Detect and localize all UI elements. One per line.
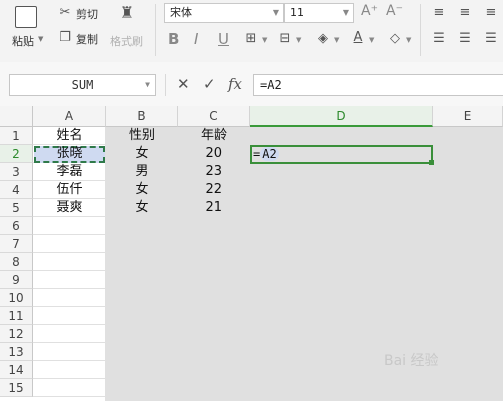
cell-a1[interactable]: 姓名 [33,127,106,145]
row-header-10[interactable]: 10 [0,289,33,307]
format-painter-button[interactable]: 格式刷 [110,33,143,49]
chevron-down-icon: ▼ [342,8,349,17]
cell-d2-formula[interactable]: = A2 [253,146,279,163]
cell-a4[interactable]: 伍仟 [33,181,106,199]
row-header-3[interactable]: 3 [0,163,33,181]
column-header-e[interactable]: E [433,106,503,127]
paste-dropdown-icon[interactable]: ▼ [38,35,43,43]
row-header-12[interactable]: 12 [0,325,33,343]
row-header-5[interactable]: 5 [0,199,33,217]
align-bottom-icon[interactable]: ≡ [483,5,499,21]
chevron-down-icon[interactable]: ▼ [334,36,339,44]
cell-a5[interactable]: 聂爽 [33,199,106,217]
divider [420,4,421,56]
cell-c2[interactable]: 20 [178,145,250,163]
row-header-6[interactable]: 6 [0,217,33,235]
underline-button[interactable]: U [218,30,229,48]
bold-button[interactable]: B [168,30,179,48]
cancel-icon[interactable]: ✕ [177,75,190,93]
cell-c3[interactable]: 23 [178,163,250,181]
cell-c1[interactable]: 年龄 [178,127,250,145]
watermark: Bai 经验 [384,353,439,369]
formula-bar: SUM ▼ ✕ ✓ fx =A2 [0,62,503,107]
decrease-font-button[interactable]: A⁻ [386,3,403,19]
borders-icon[interactable]: ⊞ [243,31,259,47]
insert-function-button[interactable]: fx [228,75,242,93]
row-header-1[interactable]: 1 [0,127,33,145]
row-header-2[interactable]: 2 [0,145,33,163]
copy-icon[interactable]: ❐ [57,30,73,46]
cell-b3[interactable]: 男 [106,163,178,181]
row-header-9[interactable]: 9 [0,271,33,289]
cut-button[interactable]: 剪切 [76,6,98,22]
fill-handle[interactable] [429,160,434,165]
column-header-d[interactable]: D [250,106,433,127]
align-center-icon[interactable]: ☰ [457,31,473,47]
fill-color-icon[interactable]: ◈ [315,31,331,47]
cell-a3[interactable]: 李磊 [33,163,106,181]
font-size-value: 11 [290,6,304,19]
scissors-icon[interactable]: ✂ [57,5,73,21]
divider [165,74,166,96]
cell-b4[interactable]: 女 [106,181,178,199]
column-header-a[interactable]: A [33,106,106,127]
row-header-4[interactable]: 4 [0,181,33,199]
font-name-select[interactable]: 宋体 ▼ [164,3,284,23]
formula-reference: A2 [260,147,279,161]
align-top-icon[interactable]: ≡ [431,5,447,21]
increase-font-button[interactable]: A⁺ [361,3,378,19]
merge-cells-icon[interactable]: ⊟ [277,31,293,47]
copy-button[interactable]: 复制 [76,31,98,47]
name-box[interactable]: SUM ▼ [9,74,156,96]
row-header-7[interactable]: 7 [0,235,33,253]
chevron-down-icon: ▼ [145,80,150,89]
chevron-down-icon[interactable]: ▼ [369,36,374,44]
paste-button[interactable]: 粘贴 [12,33,34,49]
paste-icon[interactable] [15,6,37,28]
cell-b2[interactable]: 女 [106,145,178,163]
select-all-corner[interactable] [0,106,33,127]
row-header-8[interactable]: 8 [0,253,33,271]
font-size-select[interactable]: 11 ▼ [284,3,354,23]
row-header-13[interactable]: 13 [0,343,33,361]
eraser-icon[interactable]: ◇ [387,31,403,47]
italic-button[interactable]: I [194,30,198,48]
column-header-b[interactable]: B [106,106,178,127]
align-left-icon[interactable]: ☰ [431,31,447,47]
cell-b1[interactable]: 性别 [106,127,178,145]
column-header-c[interactable]: C [178,106,250,127]
cell-b5[interactable]: 女 [106,199,178,217]
font-color-icon[interactable]: A [350,30,366,46]
formula-input[interactable]: =A2 [253,74,503,96]
font-name-value: 宋体 [170,6,192,19]
align-middle-icon[interactable]: ≡ [457,5,473,21]
format-painter-icon[interactable]: ♜ [118,5,136,25]
enter-icon[interactable]: ✓ [203,75,216,93]
row-header-14[interactable]: 14 [0,361,33,379]
chevron-down-icon: ▼ [272,8,279,17]
ribbon-toolbar: 粘贴 ▼ ✂ 剪切 ❐ 复制 ♜ 格式刷 宋体 ▼ 11 ▼ A⁺ A⁻ B I… [0,0,503,62]
row-header-15[interactable]: 15 [0,379,33,397]
divider [155,4,156,56]
name-box-value: SUM [71,78,94,92]
cell-c5[interactable]: 21 [178,199,250,217]
chevron-down-icon[interactable]: ▼ [262,36,267,44]
cell-a2[interactable]: 张晓 [33,145,106,163]
cell-c4[interactable]: 22 [178,181,250,199]
align-right-icon[interactable]: ☰ [483,31,499,47]
chevron-down-icon[interactable]: ▼ [296,36,301,44]
chevron-down-icon[interactable]: ▼ [406,36,411,44]
row-header-11[interactable]: 11 [0,307,33,325]
